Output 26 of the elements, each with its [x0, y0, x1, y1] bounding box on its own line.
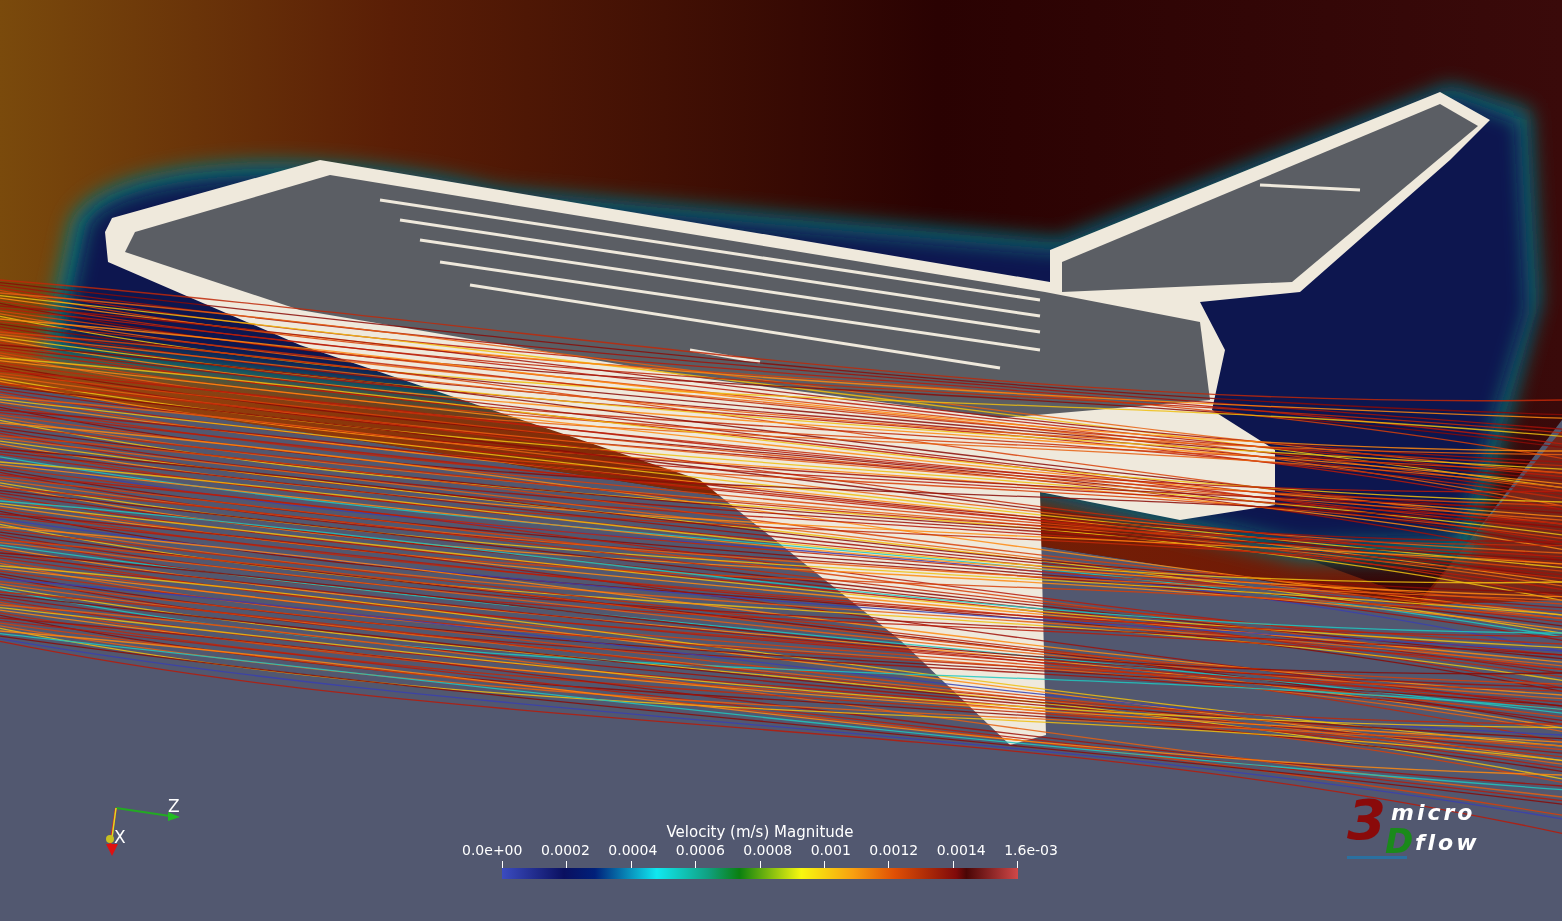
colorbar-tick [823, 861, 825, 869]
logo-word: micro [1391, 802, 1476, 824]
logo-digit: 3 [1347, 792, 1386, 848]
colorbar-tick-label: 0.0e+00 [462, 841, 523, 859]
colorbar-tick-label: 0.0002 [540, 841, 590, 859]
colorbar-tick-label: 1.6e-03 [1004, 841, 1058, 859]
logo-underline [1347, 856, 1407, 859]
colorbar-tick [502, 861, 503, 869]
colorbar-tick-label: 0.0008 [743, 841, 793, 859]
colorbar-tick-label: 0.0006 [675, 841, 725, 859]
colorbar-tick [1017, 861, 1018, 869]
colorbar-tick-label: 0.0004 [608, 841, 658, 859]
colorbar-tick [888, 861, 890, 869]
colorbar-tick-label: 0.0014 [936, 841, 986, 859]
colorbar-title: Velocity (m/s) Magnitude [666, 823, 854, 841]
logo-word: flow [1415, 832, 1480, 854]
axis-label: Z [168, 798, 180, 815]
axis-label: X [114, 829, 126, 846]
colorbar-tick [759, 861, 761, 869]
colorbar-tick-label: 0.001 [810, 841, 851, 859]
colorbar-tick [952, 861, 954, 869]
colorbar-tick [630, 861, 632, 869]
colorbar-tick [695, 861, 697, 869]
logo-letter: D [1385, 824, 1414, 858]
colorbar-tick-label: 0.0012 [869, 841, 919, 859]
colorbar-tick [566, 861, 568, 869]
